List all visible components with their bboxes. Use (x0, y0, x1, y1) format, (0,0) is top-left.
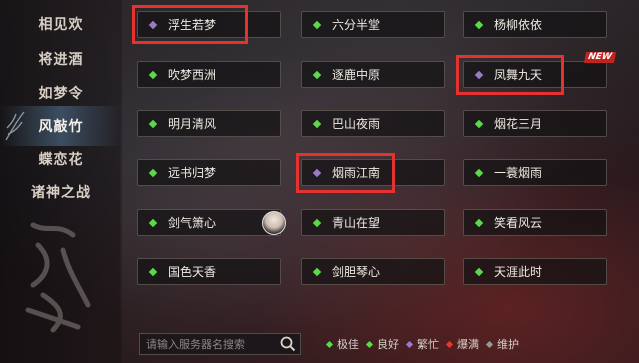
server-button-guosetianxiang[interactable]: 国色天香 (137, 258, 281, 285)
server-name: 剑气箫心 (168, 216, 217, 230)
server-button-bashanyeyu[interactable]: 巴山夜雨 (301, 110, 445, 137)
server-name: 浮生若梦 (168, 18, 217, 32)
status-busy-icon (405, 340, 414, 348)
server-name: 凤舞九天 (494, 68, 543, 82)
server-button-zhuluzhongyuan[interactable]: 逐鹿中原 (301, 61, 445, 88)
status-good-icon (312, 218, 322, 227)
search-icon[interactable] (279, 335, 297, 353)
server-name: 杨柳依依 (494, 18, 543, 32)
legend-label: 爆满 (457, 338, 479, 351)
status-good-icon (474, 267, 484, 276)
server-name: 明月清风 (168, 117, 217, 131)
status-good-icon (148, 70, 158, 79)
status-good-icon (312, 119, 322, 128)
player-avatar (262, 211, 286, 235)
status-excellent-icon (325, 340, 334, 348)
server-button-fengwujiutian[interactable]: 凤舞九天 (463, 61, 607, 88)
server-button-chuimengxizhou[interactable]: 吹梦西洲 (137, 61, 281, 88)
server-name: 青山在望 (332, 216, 381, 230)
status-good-icon (312, 267, 322, 276)
server-button-yanyujiangnan[interactable]: 烟雨江南 (301, 159, 445, 186)
status-good-icon (365, 340, 374, 348)
server-name: 逐鹿中原 (332, 68, 381, 82)
legend-label: 极佳 (337, 338, 359, 351)
status-good-icon (148, 119, 158, 128)
status-good-icon (474, 20, 484, 29)
server-button-tianyacishi[interactable]: 天涯此时 (463, 258, 607, 285)
server-name: 剑胆琴心 (332, 265, 381, 279)
server-search-box (139, 333, 301, 355)
sidebar-item-zhushenzhizhan[interactable]: 诸神之战 (0, 172, 122, 212)
server-name: 吹梦西洲 (168, 68, 217, 82)
server-name: 巴山夜雨 (332, 117, 381, 131)
server-button-mingyueqingfeng[interactable]: 明月清风 (137, 110, 281, 137)
server-name: 远书归梦 (168, 166, 217, 180)
sidebar-item-xiangjianhuan[interactable]: 相见欢 (0, 4, 122, 44)
server-button-xiaokanfengyun[interactable]: 笑看风云 (463, 209, 607, 236)
status-legend: 极佳 良好 繁忙 爆满 维护 (325, 336, 527, 352)
server-name: 烟花三月 (494, 117, 543, 131)
legend-item-maintenance: 维护 (485, 336, 519, 352)
search-input[interactable] (140, 336, 279, 352)
legend-item-good: 良好 (365, 336, 399, 352)
server-button-yuanshuguimeng[interactable]: 远书归梦 (137, 159, 281, 186)
server-button-jianqixiaoxin[interactable]: 剑气箫心 (137, 209, 281, 236)
game-logo-calligraphy (25, 222, 91, 333)
server-button-yisuoyanyu[interactable]: 一蓑烟雨 (463, 159, 607, 186)
status-busy-icon (312, 168, 322, 177)
legend-label: 维护 (497, 338, 519, 351)
bamboo-leaf-icon (5, 111, 25, 141)
server-name: 烟雨江南 (332, 166, 381, 180)
legend-item-excellent: 极佳 (325, 336, 359, 352)
legend-label: 繁忙 (417, 338, 439, 351)
server-button-yangliuyiyi[interactable]: 杨柳依依 (463, 11, 607, 38)
status-good-icon (474, 218, 484, 227)
server-name: 笑看风云 (494, 216, 543, 230)
server-button-fushengruomeng[interactable]: 浮生若梦 (137, 11, 281, 38)
server-button-jiandanqinxin[interactable]: 剑胆琴心 (301, 258, 445, 285)
legend-item-full: 爆满 (445, 336, 479, 352)
status-good-icon (312, 20, 322, 29)
status-good-icon (148, 168, 158, 177)
status-busy-icon (148, 20, 158, 29)
status-good-icon (312, 70, 322, 79)
status-full-icon (445, 340, 454, 348)
server-name: 一蓑烟雨 (494, 166, 543, 180)
status-busy-icon (474, 70, 484, 79)
sidebar: 相见欢 将进酒 如梦令 风敲竹 蝶恋花 诸神之战 (0, 0, 122, 363)
new-badge: NEW (584, 52, 616, 63)
server-button-yanhuasanyue[interactable]: 烟花三月 (463, 110, 607, 137)
status-good-icon (148, 218, 158, 227)
legend-item-busy: 繁忙 (405, 336, 439, 352)
server-name: 天涯此时 (494, 265, 543, 279)
status-good-icon (474, 119, 484, 128)
server-name: 国色天香 (168, 265, 217, 279)
status-good-icon (474, 168, 484, 177)
server-button-qingshanzaiwang[interactable]: 青山在望 (301, 209, 445, 236)
status-maintenance-icon (485, 340, 494, 348)
legend-label: 良好 (377, 338, 399, 351)
server-name: 六分半堂 (332, 18, 381, 32)
status-good-icon (148, 267, 158, 276)
server-button-liufenbantang[interactable]: 六分半堂 (301, 11, 445, 38)
